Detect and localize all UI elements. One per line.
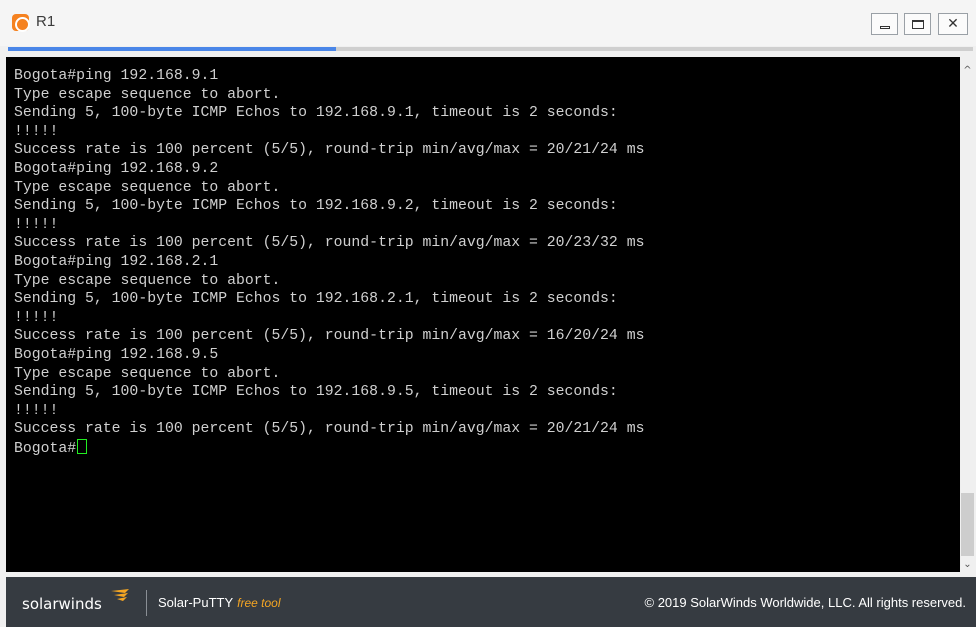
scroll-down-icon[interactable]: ⌄ [960,557,975,572]
product-name: Solar-PuTTY free tool [158,595,281,610]
scroll-thumb[interactable] [961,493,974,556]
terminal-line: Success rate is 100 percent (5/5), round… [14,328,645,345]
terminal-line: Type escape sequence to abort. [14,179,281,196]
terminal-output[interactable]: Bogota#ping 192.168.9.1 Type escape sequ… [6,57,960,572]
minimize-icon [879,25,890,29]
close-icon: ✕ [947,16,959,32]
copyright-text: © 2019 SolarWinds Worldwide, LLC. All ri… [644,595,966,610]
terminal-line: Bogota#ping 192.168.2.1 [14,253,219,270]
product-label: Solar-PuTTY [158,595,234,610]
window-title: R1 [36,13,56,30]
maximize-button[interactable] [904,13,931,35]
terminal-line: Type escape sequence to abort. [14,272,281,289]
terminal-line: Sending 5, 100-byte ICMP Echos to 192.16… [14,198,618,215]
terminal-line: Bogota#ping 192.168.9.1 [14,68,219,84]
text-cursor [77,438,88,454]
terminal-line: Bogota#ping 192.168.9.2 [14,160,219,177]
footer-divider [146,590,147,616]
close-button[interactable]: ✕ [938,13,968,35]
free-tool-tag: free tool [237,596,281,610]
solarwinds-logo-text: solarwinds [22,595,102,613]
active-session-tab[interactable] [8,47,336,51]
solar-putty-app-icon [12,14,30,32]
window-controls: ✕ [865,13,968,35]
terminal-line: Bogota#ping 192.168.9.5 [14,346,219,363]
terminal-line: Type escape sequence to abort. [14,365,281,382]
terminal-prompt: Bogota# [14,440,77,457]
minimize-button[interactable] [871,13,898,35]
session-tab-strip [0,46,976,57]
terminal-line: Success rate is 100 percent (5/5), round… [14,142,645,159]
maximize-icon [911,19,924,29]
scroll-up-icon[interactable]: ^ [960,63,975,78]
terminal-line: Sending 5, 100-byte ICMP Echos to 192.16… [14,384,618,401]
terminal-line: !!!!! [14,123,59,140]
terminal-prompt-line[interactable]: Bogota# [14,438,644,458]
terminal-line: !!!!! [14,402,59,419]
terminal-line: Sending 5, 100-byte ICMP Echos to 192.16… [14,105,618,122]
footer-bar: solarwinds Solar-PuTTY free tool © 2019 S… [6,577,976,627]
title-bar: R1 ✕ [0,0,976,46]
terminal-lines: Bogota#ping 192.168.9.1 Type escape sequ… [14,67,644,457]
terminal-line: !!!!! [14,309,59,326]
terminal-line: Success rate is 100 percent (5/5), round… [14,235,645,252]
terminal-line: Sending 5, 100-byte ICMP Echos to 192.16… [14,291,618,308]
terminal-line: Type escape sequence to abort. [14,86,281,103]
vertical-scrollbar[interactable]: ^ ⌄ [960,57,975,572]
solarwinds-logo-icon [111,589,129,601]
terminal-line: !!!!! [14,216,59,233]
terminal-line: Success rate is 100 percent (5/5), round… [14,421,645,438]
